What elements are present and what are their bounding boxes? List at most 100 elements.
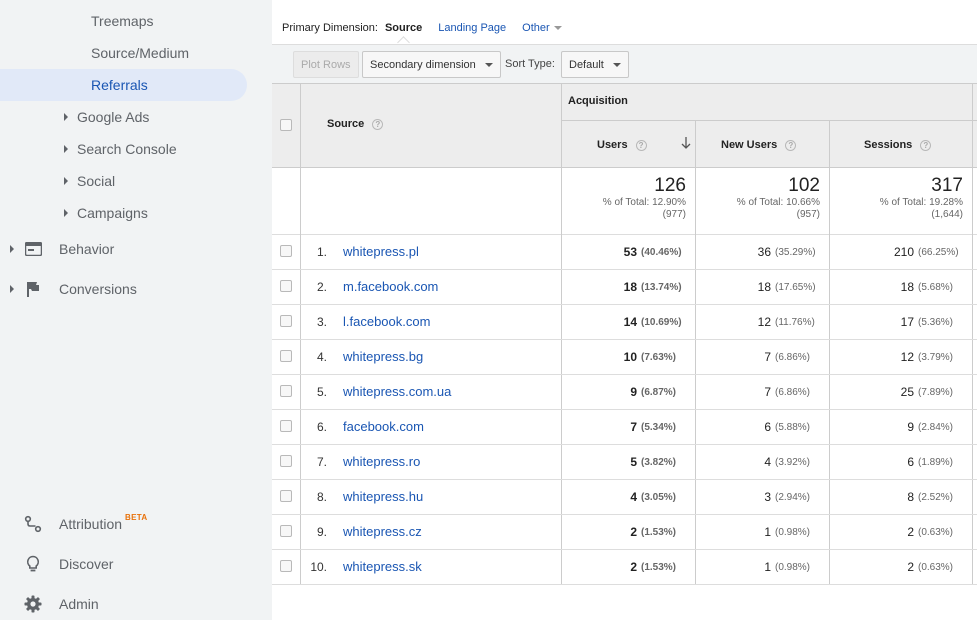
sidebar-item-conversions[interactable]: Conversions <box>0 273 260 305</box>
help-icon[interactable]: ? <box>635 139 647 151</box>
primary-dimension-other[interactable]: Other <box>522 22 562 34</box>
select-all-checkbox[interactable] <box>280 119 292 131</box>
sessions-value: 210 <box>893 245 914 259</box>
sidebar-item-admin[interactable]: Admin <box>0 588 260 620</box>
users-pct: (10.69%) <box>641 317 682 328</box>
new-users-total-count: (957) <box>796 209 820 220</box>
help-icon[interactable]: ? <box>920 139 932 151</box>
table-row: 2. m.facebook.com 18 (13.74%) 18 (17.65%… <box>272 270 977 305</box>
sessions-value: 6 <box>907 455 914 469</box>
users-value: 10 <box>623 350 637 364</box>
sidebar-item-discover[interactable]: Discover <box>0 548 260 580</box>
sidebar-item-attribution[interactable]: Attribution BETA <box>0 508 260 540</box>
source-link[interactable]: whitepress.cz <box>343 524 422 539</box>
table-row: 8. whitepress.hu 4 (3.05%) 3 (2.94%) 8 (… <box>272 480 977 515</box>
new-users-column-header[interactable]: New Users? <box>721 139 797 151</box>
beta-badge: BETA <box>125 512 148 522</box>
new-users-total: 102 % of Total: 10.66% (957) <box>696 175 820 221</box>
secondary-dimension-label: Secondary dimension <box>370 58 476 71</box>
sort-desc-arrow-icon[interactable] <box>681 137 691 155</box>
sidebar-item-label: Source/Medium <box>91 45 190 61</box>
sidebar-item-search-console[interactable]: Search Console <box>64 133 177 165</box>
sidebar-item-label: Google Ads <box>77 109 150 125</box>
row-checkbox[interactable] <box>280 385 292 397</box>
row-checkbox[interactable] <box>280 245 292 257</box>
source-link[interactable]: l.facebook.com <box>343 314 430 329</box>
primary-dimension-other-label: Other <box>522 22 550 34</box>
sessions-value: 2 <box>907 560 914 574</box>
sidebar-item-social[interactable]: Social <box>64 165 115 197</box>
source-column-header[interactable]: Source? <box>327 118 384 130</box>
sidebar-item-label: Treemaps <box>91 13 154 29</box>
gear-icon <box>24 595 42 613</box>
sessions-pct: (0.63%) <box>918 527 954 538</box>
sidebar-item-treemaps[interactable]: Treemaps <box>91 5 154 37</box>
row-checkbox[interactable] <box>280 455 292 467</box>
sessions-pct: (5.36%) <box>918 317 954 328</box>
row-checkbox[interactable] <box>280 280 292 292</box>
sessions-value: 25 <box>900 385 914 399</box>
help-icon[interactable]: ? <box>785 139 797 151</box>
expand-arrow-icon <box>64 145 68 153</box>
users-column-header[interactable]: Users? <box>597 139 647 151</box>
sessions-value: 17 <box>900 315 914 329</box>
sidebar-item-referrals[interactable]: Referrals <box>0 69 247 101</box>
new-users-value: 18 <box>757 280 771 294</box>
sidebar-item-google-ads[interactable]: Google Ads <box>64 101 149 133</box>
source-link[interactable]: facebook.com <box>343 419 424 434</box>
source-link[interactable]: whitepress.sk <box>343 559 422 574</box>
source-link[interactable]: whitepress.bg <box>343 349 423 364</box>
users-value: 4 <box>630 490 637 504</box>
table-row: 6. facebook.com 7 (5.34%) 6 (5.88%) 9 (2… <box>272 410 977 445</box>
expand-arrow-icon <box>64 177 68 185</box>
source-link[interactable]: whitepress.com.ua <box>343 384 451 399</box>
sidebar-item-behavior[interactable]: Behavior <box>0 233 260 265</box>
new-users-pct: (17.65%) <box>775 282 816 293</box>
new-users-pct: (3.92%) <box>775 457 811 468</box>
users-value: 9 <box>630 385 637 399</box>
help-icon[interactable]: ? <box>372 118 384 130</box>
sort-type-value: Default <box>569 58 604 71</box>
new-users-value: 4 <box>764 455 771 469</box>
table-row: 4. whitepress.bg 10 (7.63%) 7 (6.86%) 12… <box>272 340 977 375</box>
sessions-value: 12 <box>900 350 914 364</box>
primary-dimension-landing-page[interactable]: Landing Page <box>438 22 506 34</box>
sessions-total: 317 % of Total: 19.28% (1,644) <box>830 175 963 221</box>
users-header-label: Users <box>597 139 628 151</box>
sidebar-item-source-medium[interactable]: Source/Medium <box>91 37 189 69</box>
new-users-value: 1 <box>764 560 771 574</box>
plot-rows-button[interactable]: Plot Rows <box>293 51 359 78</box>
row-checkbox[interactable] <box>280 420 292 432</box>
row-number: 1. <box>316 245 327 259</box>
table-row: 9. whitepress.cz 2 (1.53%) 1 (0.98%) 2 (… <box>272 515 977 550</box>
users-value: 18 <box>623 280 637 294</box>
users-pct: (13.74%) <box>641 282 682 293</box>
sidebar-item-label: Conversions <box>59 281 137 297</box>
row-checkbox[interactable] <box>280 315 292 327</box>
row-checkbox[interactable] <box>280 350 292 362</box>
sidebar-item-label: Referrals <box>91 77 148 93</box>
users-pct: (3.82%) <box>641 457 677 468</box>
sidebar-item-label: Search Console <box>77 141 177 157</box>
sessions-pct: (66.25%) <box>918 247 959 258</box>
users-value: 2 <box>630 525 637 539</box>
row-checkbox[interactable] <box>280 525 292 537</box>
sidebar-item-campaigns[interactable]: Campaigns <box>64 197 148 229</box>
sidebar-item-label: Attribution <box>59 516 123 532</box>
chevron-down-icon <box>553 26 562 31</box>
sort-type-dropdown[interactable]: Default <box>561 51 629 78</box>
source-link[interactable]: m.facebook.com <box>343 279 438 294</box>
source-link[interactable]: whitepress.ro <box>343 454 420 469</box>
row-number: 3. <box>316 315 327 329</box>
sessions-total-pct: % of Total: 19.28% <box>879 197 963 208</box>
secondary-dimension-dropdown[interactable]: Secondary dimension <box>362 51 501 78</box>
primary-dimension-label: Primary Dimension: <box>282 22 378 34</box>
row-checkbox[interactable] <box>280 490 292 502</box>
new-users-pct: (0.98%) <box>775 527 811 538</box>
sessions-column-header[interactable]: Sessions? <box>864 139 932 151</box>
row-checkbox[interactable] <box>280 560 292 572</box>
sessions-pct: (3.79%) <box>918 352 954 363</box>
source-link[interactable]: whitepress.hu <box>343 489 423 504</box>
behavior-icon <box>24 240 42 258</box>
source-link[interactable]: whitepress.pl <box>343 244 419 259</box>
